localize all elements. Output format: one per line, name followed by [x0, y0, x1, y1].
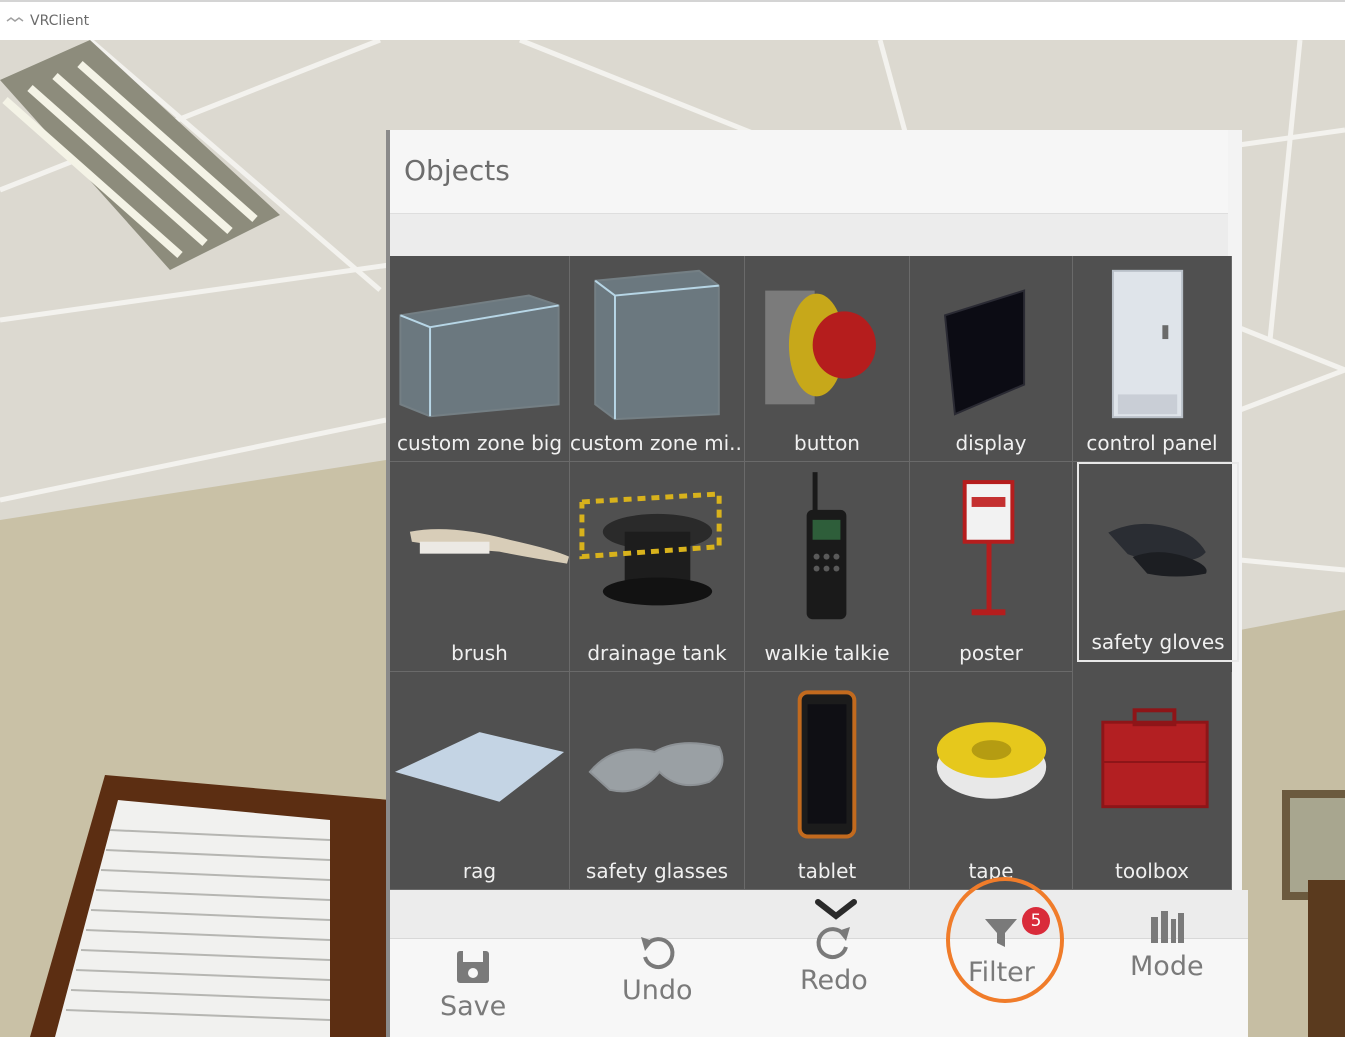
object-tile[interactable]: safety glasses [570, 672, 745, 890]
undo-label: Undo [622, 975, 693, 1006]
object-label: custom zone mi... [570, 431, 744, 455]
object-label: display [955, 431, 1027, 455]
object-label: drainage tank [587, 641, 727, 665]
object-tile[interactable]: brush [390, 462, 570, 672]
mode-button[interactable]: Mode [1130, 907, 1204, 982]
app-logo-icon [6, 17, 24, 22]
window-title: VRClient [30, 13, 90, 29]
redo-label: Redo [800, 965, 868, 996]
object-label: toolbox [1114, 859, 1190, 883]
emergency-button-icon [765, 290, 876, 405]
object-tile[interactable]: walkie talkie [745, 462, 910, 672]
mode-icon [1150, 911, 1184, 943]
undo-icon [641, 937, 675, 970]
object-tile[interactable]: custom zone big [390, 256, 570, 462]
bottom-toolbar: Save Undo Redo Filter 5 Mode [390, 907, 1248, 1037]
object-label: custom zone big [396, 431, 563, 455]
object-label: safety glasses [585, 859, 729, 883]
object-tile[interactable]: display [910, 256, 1073, 462]
object-tile[interactable]: control panel [1073, 256, 1232, 462]
filter-highlight-annotation [946, 877, 1064, 1003]
object-tile[interactable]: rag [390, 672, 570, 890]
glasses-icon [588, 742, 724, 793]
gloves-icon [1108, 523, 1207, 577]
save-button[interactable]: Save [440, 947, 506, 1022]
object-label: control panel [1086, 431, 1218, 455]
tablet-icon [797, 690, 857, 839]
object-label: walkie talkie [764, 641, 890, 665]
object-tile[interactable]: drainage tank [570, 462, 745, 672]
object-label: button [794, 431, 860, 455]
object-label: rag [462, 859, 497, 883]
mode-label: Mode [1130, 951, 1204, 982]
panel-header: Objects [390, 130, 1228, 214]
object-label: poster [959, 641, 1023, 665]
window-titlebar: VRClient [0, 0, 1345, 40]
search-strip [390, 214, 1228, 258]
glass-cube-icon [594, 269, 720, 421]
poster-stand-icon [962, 480, 1015, 616]
toolbox-icon [1101, 708, 1209, 809]
cabinet-icon [1111, 269, 1184, 419]
redo-button[interactable]: Redo [800, 921, 868, 996]
object-tile[interactable]: tape [910, 672, 1073, 890]
tape-roll-icon [936, 722, 1047, 799]
objects-panel: Objects custom zone big custom zone mi..… [386, 130, 1248, 1037]
brush-icon [409, 529, 569, 564]
object-label: tablet [797, 859, 857, 883]
radio-icon [806, 472, 847, 620]
object-tile[interactable]: custom zone mi... [570, 256, 745, 462]
object-label: safety gloves [1091, 630, 1225, 654]
object-tile[interactable]: toolbox [1073, 672, 1232, 890]
objects-grid: custom zone big custom zone mi... button [390, 256, 1239, 890]
glass-box-icon [399, 294, 560, 418]
object-tile-selected[interactable]: safety gloves [1077, 462, 1239, 662]
undo-button[interactable]: Undo [622, 931, 693, 1006]
object-tile[interactable]: button [745, 256, 910, 462]
rag-icon [394, 732, 565, 802]
save-icon [457, 951, 490, 983]
save-label: Save [440, 991, 507, 1022]
chevron-down-icon[interactable] [814, 896, 858, 922]
object-tile[interactable]: poster [910, 462, 1073, 672]
panel-title: Objects [404, 154, 510, 187]
object-label: brush [451, 641, 508, 665]
monitor-icon [943, 289, 1026, 416]
object-tile[interactable]: tablet [745, 672, 910, 890]
redo-icon [816, 927, 850, 960]
tank-icon [579, 491, 722, 606]
